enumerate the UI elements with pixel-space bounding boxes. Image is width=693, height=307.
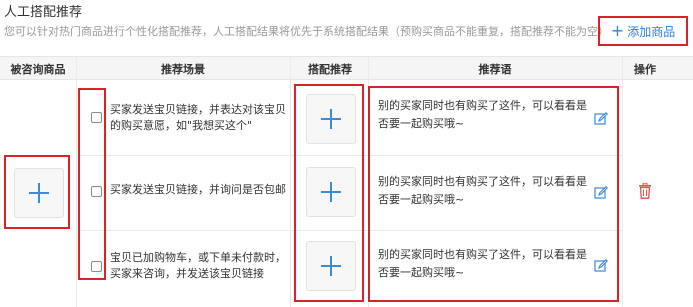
highlight-frame-phrase — [368, 86, 619, 302]
column-header-scene: 推荐场景 — [161, 63, 205, 76]
section-title: 人工搭配推荐 — [4, 5, 83, 20]
highlight-frame-checkboxes — [78, 88, 106, 280]
scene-text-3: 宝贝已加购物车，或下单未付款时，买家来咨询，并发送该宝贝链接 — [110, 251, 286, 280]
trash-icon[interactable] — [638, 183, 652, 199]
highlight-frame-pairing — [294, 84, 364, 302]
column-divider — [622, 56, 623, 307]
column-header-pairing: 搭配推荐 — [308, 63, 352, 76]
column-divider — [76, 56, 77, 307]
scene-text-2: 买家发送宝贝链接，并询问是否包邮 — [110, 183, 286, 196]
column-header-action: 操作 — [634, 63, 656, 76]
column-divider — [290, 56, 291, 307]
column-header-phrase: 推荐语 — [478, 63, 512, 76]
add-product-button[interactable]: + 添加商品 — [598, 16, 688, 46]
highlight-frame-product — [4, 155, 70, 229]
plus-icon: + — [610, 21, 625, 40]
column-header-product: 被咨询商品 — [10, 63, 66, 76]
section-description: 您可以针对热门商品进行个性化搭配推荐，人工搭配结果将优先于系统搭配结果（预购买商… — [4, 25, 609, 38]
table-header: 被咨询商品 推荐场景 搭配推荐 推荐语 操作 — [0, 56, 693, 80]
scene-text-1: 买家发送宝贝链接，并表达对该宝贝的购买意愿，如"我想买这个" — [110, 103, 286, 132]
add-product-label: 添加商品 — [627, 24, 676, 39]
